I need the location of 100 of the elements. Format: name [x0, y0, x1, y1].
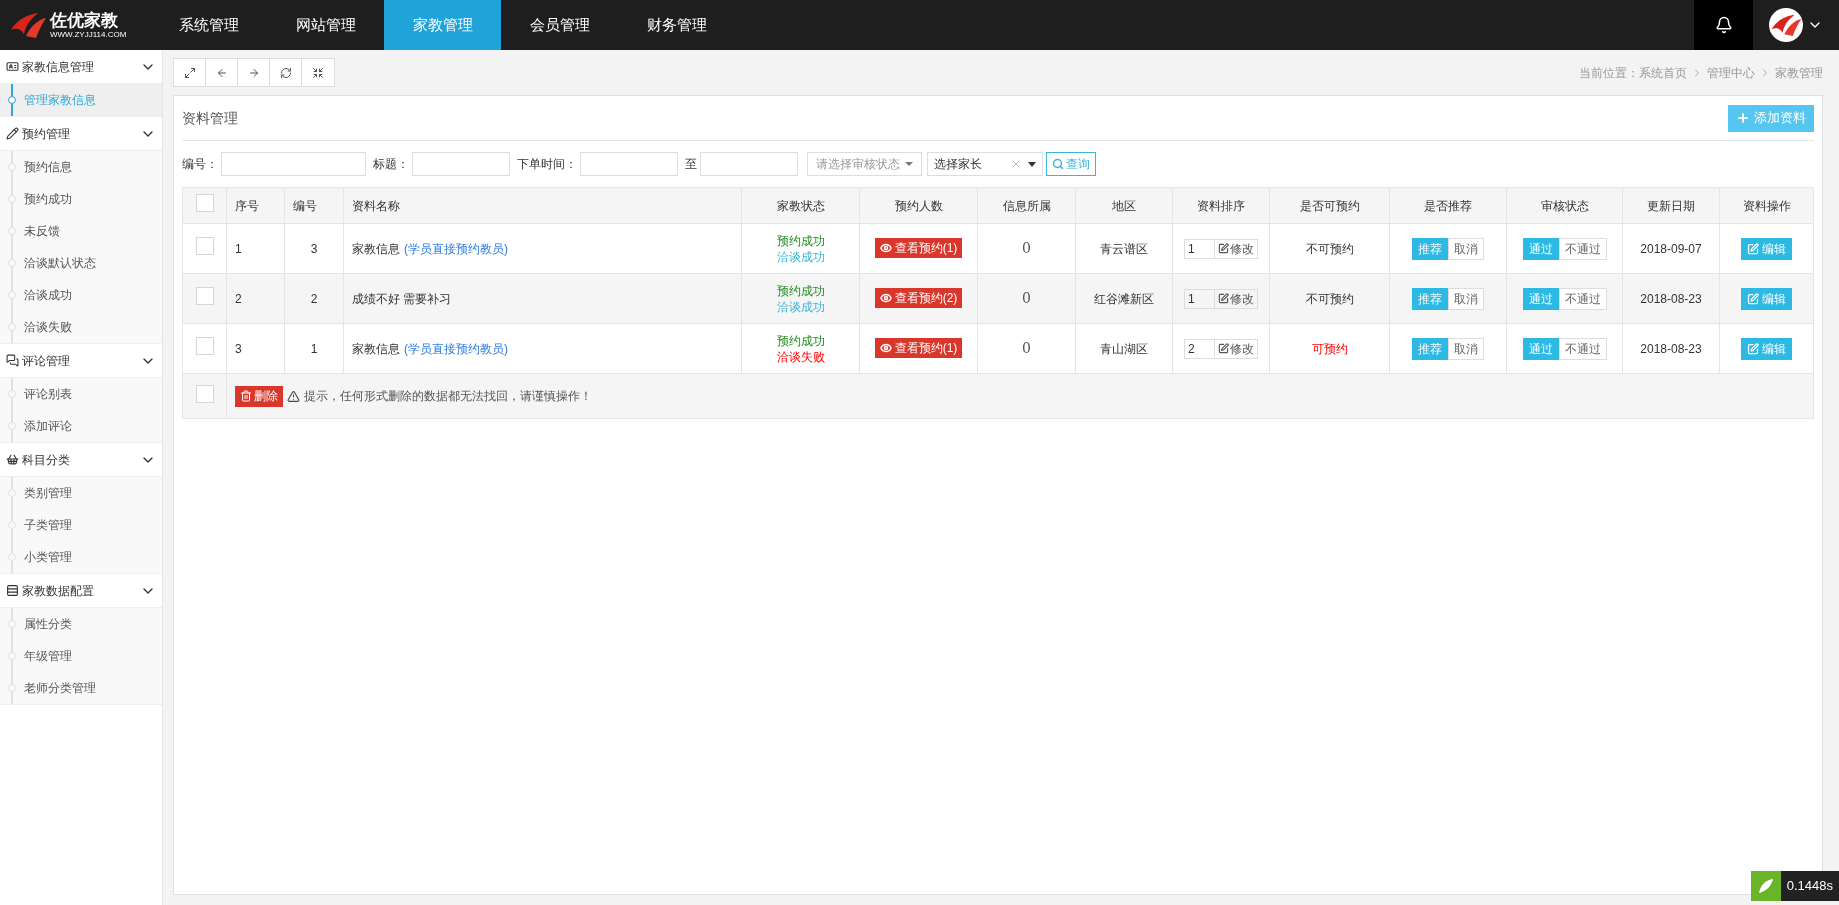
pencil-icon — [6, 127, 19, 140]
table-cell: 0 — [977, 223, 1076, 274]
toggle-option[interactable]: 不通过 — [1558, 287, 1607, 310]
filter-label: 下单时间： — [517, 156, 577, 173]
table-cell: 2 — [226, 273, 285, 324]
breadcrumb-item: 当前位置：系统首页 — [1579, 64, 1687, 82]
sort-input[interactable]: 1 — [1184, 238, 1215, 259]
status-text: 预约成功 — [775, 332, 826, 349]
column-header: 资料排序 — [1172, 187, 1270, 224]
modify-button[interactable]: 修改 — [1215, 288, 1258, 309]
logo-mark-icon — [8, 10, 48, 40]
sidebar-item[interactable]: 洽谈成功 — [0, 279, 162, 311]
logo-title: 佐优家教 — [50, 11, 119, 29]
modify-button[interactable]: 修改 — [1215, 238, 1258, 259]
delete-button[interactable]: 删除 — [235, 385, 283, 407]
basket-icon — [6, 453, 19, 466]
modify-button[interactable]: 修改 — [1215, 338, 1258, 359]
table-cell: 红谷滩新区 — [1075, 273, 1173, 324]
sidebar-item[interactable]: 小类管理 — [0, 541, 162, 573]
column-header: 资料操作 — [1719, 187, 1814, 224]
edit-icon — [1747, 292, 1759, 305]
sidebar-item[interactable]: 子类管理 — [0, 509, 162, 541]
toggle-option[interactable]: 取消 — [1448, 287, 1484, 310]
list-icon — [6, 584, 19, 597]
panel-title: 资料管理 — [182, 108, 238, 128]
toggle-option[interactable]: 取消 — [1448, 337, 1484, 360]
table-cell: 不可预约 — [1269, 273, 1390, 324]
sidebar-item[interactable]: 添加评论 — [0, 410, 162, 442]
table-cell: 青山湖区 — [1075, 323, 1173, 374]
nav-tab[interactable]: 系统管理 — [150, 0, 267, 50]
view-bookings-button[interactable]: 查看预约(1) — [874, 238, 963, 258]
warning-text: 提示，任何形式删除的数据都无法找回，请谨慎操作！ — [304, 388, 592, 405]
item-title: 家教信息 — [352, 341, 400, 356]
status-text: 预约成功 — [775, 232, 826, 249]
table-cell: 2 — [284, 273, 344, 324]
status-text: 洽谈成功 — [775, 298, 826, 315]
filter-input[interactable] — [580, 152, 678, 176]
warning-icon — [287, 389, 300, 403]
filter-input[interactable] — [221, 152, 366, 176]
table-cell: 2018-08-23 — [1622, 323, 1720, 374]
row-checkbox[interactable] — [195, 337, 214, 355]
arrow-left-icon — [215, 66, 228, 79]
table-cell: 1 — [226, 223, 285, 274]
column-header: 是否推荐 — [1389, 187, 1507, 224]
row-checkbox[interactable] — [195, 384, 214, 403]
refresh-icon — [279, 66, 292, 79]
edit-icon — [1218, 293, 1229, 304]
filter-input[interactable] — [700, 152, 798, 176]
shrink-icon — [312, 66, 324, 79]
column-header: 地区 — [1075, 187, 1173, 224]
search-icon — [1052, 158, 1064, 170]
table-cell: 2018-09-07 — [1622, 223, 1720, 274]
column-header: 预约人数 — [859, 187, 978, 224]
item-title: 家教信息 — [352, 241, 400, 256]
column-header: 审核状态 — [1506, 187, 1623, 224]
column-header: 是否可预约 — [1269, 187, 1390, 224]
sidebar-item[interactable]: 未反馈 — [0, 215, 162, 247]
filter-input[interactable] — [412, 152, 510, 176]
table-cell: 0 — [977, 323, 1076, 374]
item-link[interactable]: (学员直接预约教员) — [404, 241, 508, 256]
sort-input[interactable]: 2 — [1184, 338, 1215, 359]
view-bookings-button[interactable]: 查看预约(1) — [874, 338, 963, 358]
sidebar-item[interactable]: 评论别表 — [0, 378, 162, 410]
toggle-option[interactable]: 取消 — [1448, 237, 1484, 260]
notification-button[interactable] — [1694, 0, 1753, 50]
row-checkbox[interactable] — [195, 237, 214, 255]
sidebar-item[interactable]: 年级管理 — [0, 640, 162, 672]
sidebar-item[interactable]: 属性分类 — [0, 608, 162, 640]
status-text: 洽谈成功 — [775, 248, 826, 265]
toggle-option[interactable]: 不通过 — [1558, 237, 1607, 260]
nav-tab[interactable]: 网站管理 — [267, 0, 384, 50]
status-text: 预约成功 — [775, 282, 826, 299]
sidebar-item[interactable]: 洽谈失败 — [0, 311, 162, 343]
row-checkbox[interactable] — [195, 194, 214, 212]
table-cell: 3 — [284, 223, 344, 274]
table-cell: 0 — [977, 273, 1076, 324]
edit-icon — [1218, 343, 1229, 354]
sidebar-item[interactable]: 老师分类管理 — [0, 672, 162, 704]
column-header: 家教状态 — [741, 187, 860, 224]
sidebar-item[interactable]: 类别管理 — [0, 477, 162, 509]
sort-input[interactable]: 1 — [1184, 288, 1215, 309]
parent-select[interactable]: 选择家长 — [927, 152, 1043, 176]
table-cell: 1 — [284, 323, 344, 374]
column-header: 资料名称 — [343, 187, 742, 224]
sidebar-item[interactable]: 预约信息 — [0, 151, 162, 183]
arrow-right-icon — [247, 66, 260, 79]
id-card-icon — [6, 60, 19, 73]
clear-icon — [1010, 158, 1022, 170]
sidebar-item[interactable]: 洽谈默认状态 — [0, 247, 162, 279]
toggle-option[interactable]: 不通过 — [1558, 337, 1607, 360]
nav-tab[interactable]: 会员管理 — [501, 0, 618, 50]
edit-icon — [1747, 342, 1759, 355]
item-link[interactable]: (学员直接预约教员) — [404, 341, 508, 356]
table-cell: 可预约 — [1269, 323, 1390, 374]
sidebar-item[interactable]: 预约成功 — [0, 183, 162, 215]
view-bookings-button[interactable]: 查看预约(2) — [874, 288, 963, 308]
nav-tab[interactable]: 财务管理 — [618, 0, 735, 50]
chat-bubbles-icon — [6, 354, 19, 367]
plus-icon — [1736, 111, 1750, 125]
row-checkbox[interactable] — [195, 287, 214, 305]
